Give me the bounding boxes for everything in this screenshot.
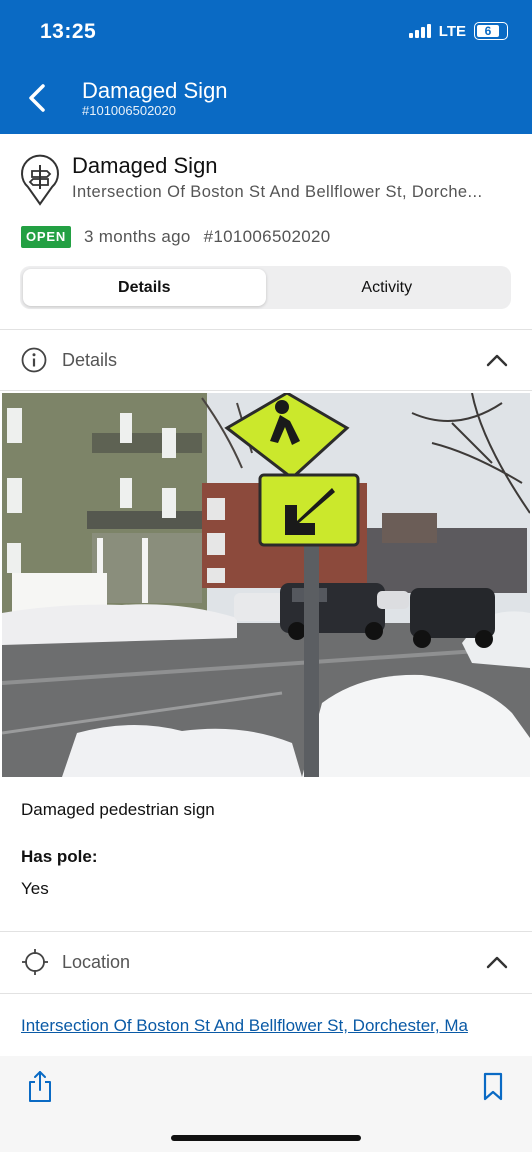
network-type: LTE [438,22,466,40]
divider [0,390,532,391]
tab-activity[interactable]: Activity [266,269,509,306]
location-section-label: Location [62,951,131,972]
location-address-link[interactable]: Intersection Of Boston St And Bellflower… [21,1015,501,1037]
nav-subtitle: #101006502020 [82,103,176,118]
divider [0,329,532,330]
signal-icon [408,24,431,38]
issue-meta: 3 months ago #101006502020 [84,227,330,247]
bookmark-icon[interactable] [482,1072,504,1102]
nav-title: Damaged Sign [82,78,228,103]
tab-details[interactable]: Details [23,269,266,306]
info-icon [21,347,47,373]
street-scene-image [2,393,530,777]
issue-title: Damaged Sign [72,153,218,178]
crosshair-icon [22,949,48,975]
details-section-label: Details [62,349,118,370]
status-time: 13:25 [40,20,97,43]
divider [0,993,532,994]
battery-icon: 6 [474,22,508,40]
issue-id: #101006502020 [203,227,331,246]
share-icon[interactable] [26,1070,54,1104]
battery-level: 6 [484,24,492,38]
home-indicator [171,1135,361,1141]
has-pole-value: Yes [21,879,49,898]
divider [0,931,532,932]
back-button[interactable] [20,76,54,120]
issue-age: 3 months ago [84,227,191,246]
has-pole-label: Has pole: [21,847,98,866]
map-pin-icon [21,154,59,206]
bottom-toolbar [0,1056,532,1152]
chevron-up-icon[interactable] [486,353,508,367]
top-bar: 13:25 LTE 6 Damaged Sign #101006502020 [0,0,532,134]
issue-description: Damaged pedestrian sign [21,800,215,819]
location-section-header[interactable]: Location [0,933,532,991]
issue-address: Intersection Of Boston St And Bellflower… [72,183,483,201]
details-section-header[interactable]: Details [0,331,532,389]
tab-bar: Details Activity [20,266,511,309]
status-badge: OPEN [21,226,72,248]
status-indicators: LTE 6 [408,22,508,40]
issue-photo[interactable] [2,393,530,777]
chevron-left-icon [29,84,45,112]
chevron-up-icon[interactable] [486,955,508,969]
